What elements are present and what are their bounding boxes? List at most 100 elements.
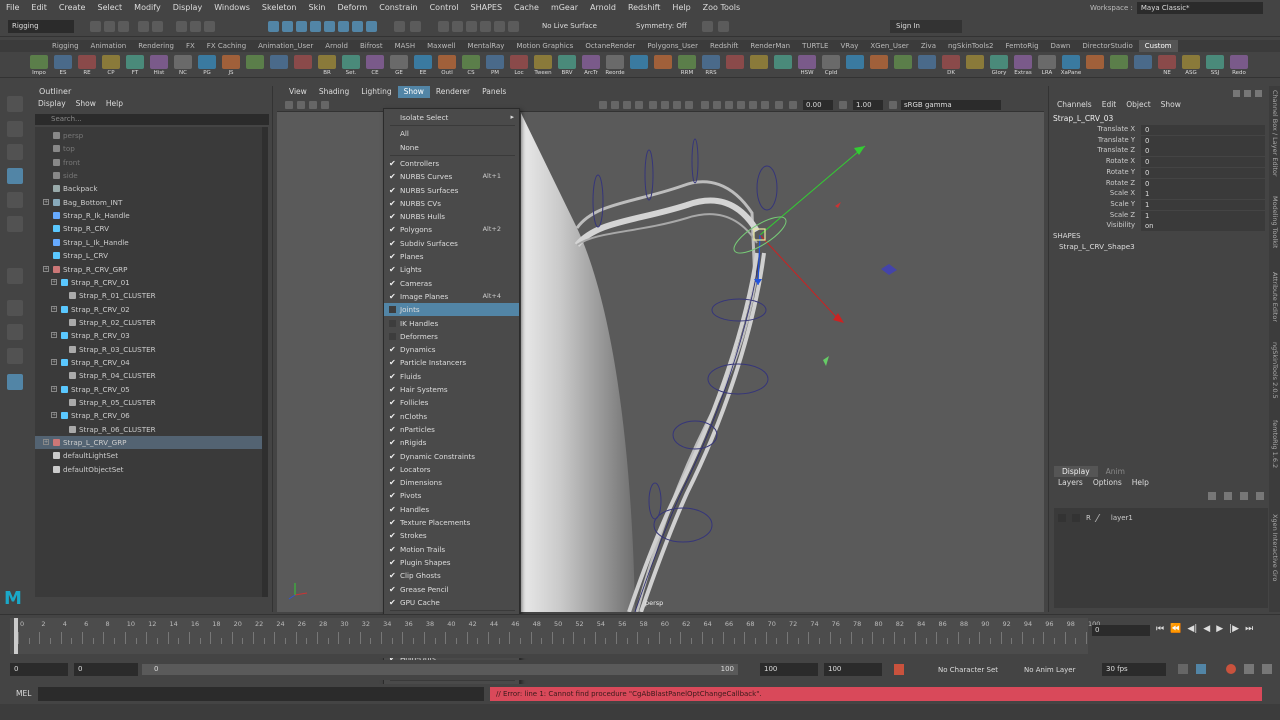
layer-menu-options[interactable]: Options <box>1093 478 1122 487</box>
shelf-button-icon[interactable] <box>918 55 936 69</box>
layer-display-type[interactable]: R <box>1086 514 1091 522</box>
outliner-item[interactable]: Backpack <box>35 182 263 195</box>
show-menu-item-lights[interactable]: ✔ Lights <box>384 263 519 276</box>
checkmark-icon[interactable]: ✔ <box>389 263 396 276</box>
render-view-icon[interactable] <box>494 21 505 32</box>
persp-outliner-layout-icon[interactable] <box>7 348 23 364</box>
channel-value-field[interactable]: 1 <box>1141 199 1265 210</box>
shelf-tab-xgen-user[interactable]: XGen_User <box>864 40 914 52</box>
film-gate-icon[interactable] <box>611 101 619 109</box>
shelf-tab-directorstudio[interactable]: DirectorStudio <box>1076 40 1138 52</box>
viewport-menu-shading[interactable]: Shading <box>313 86 355 98</box>
settings-icon[interactable] <box>1262 664 1272 674</box>
outliner-item[interactable]: + Strap_R_CRV_06 <box>35 409 263 422</box>
checkmark-icon[interactable]: ✔ <box>389 210 396 223</box>
shelf-button-icon[interactable] <box>990 55 1008 69</box>
shelf-button-icon[interactable] <box>870 55 888 69</box>
channel-row[interactable]: Scale Y 1 <box>1053 199 1265 211</box>
current-time-marker[interactable] <box>14 618 18 654</box>
ambient-occlusion-icon[interactable] <box>737 101 745 109</box>
render-settings-icon[interactable] <box>466 21 477 32</box>
checkmark-icon[interactable]: ✔ <box>389 370 396 383</box>
shelf-button-icon[interactable] <box>1158 55 1176 69</box>
show-menu-item-nurbs-hulls[interactable]: ✔ NURBS Hulls <box>384 210 519 223</box>
outliner-item[interactable]: + Strap_R_CRV_05 <box>35 383 263 396</box>
shelf-tab-ngskintools2[interactable]: ngSkinTools2 <box>942 40 999 52</box>
shelf-tab-rendering[interactable]: Rendering <box>132 40 180 52</box>
exposure-icon[interactable] <box>789 101 797 109</box>
outliner-item[interactable]: top <box>35 142 263 155</box>
ipr-icon[interactable] <box>452 21 463 32</box>
checkmark-icon[interactable]: ✔ <box>389 489 396 502</box>
resolution-gate-icon[interactable] <box>623 101 631 109</box>
outliner-item[interactable]: + Bag_Bottom_INT <box>35 196 263 209</box>
show-menu-item-deformers[interactable]: Deformers <box>384 330 519 343</box>
outliner-menu-show[interactable]: Show <box>76 99 96 108</box>
outliner-item[interactable]: Strap_R_Ik_Handle <box>35 209 263 222</box>
shelf-button-icon[interactable] <box>270 55 288 69</box>
channel-name[interactable]: Scale Z <box>1110 211 1135 219</box>
outliner-search-input[interactable]: Search... <box>35 114 269 125</box>
history-icon[interactable] <box>410 21 421 32</box>
menu-control[interactable]: Control <box>430 3 459 12</box>
channel-menu-edit[interactable]: Edit <box>1102 100 1117 109</box>
snap-vertex-icon[interactable] <box>366 21 377 32</box>
sign-in-button[interactable]: Sign In <box>890 20 962 33</box>
show-menu-item-none[interactable]: None <box>384 141 519 154</box>
channel-name[interactable]: Translate Y <box>1098 136 1135 144</box>
channel-row[interactable]: Rotate Z 0 <box>1053 178 1265 190</box>
channel-name[interactable]: Rotate Y <box>1106 168 1135 176</box>
shelf-button-icon[interactable] <box>798 55 816 69</box>
shelf-tab-ziva[interactable]: Ziva <box>915 40 942 52</box>
menu-help[interactable]: Help <box>672 3 690 12</box>
channel-name[interactable]: Visibility <box>1107 221 1136 229</box>
show-menu-item-texture-placements[interactable]: ✔ Texture Placements <box>384 516 519 529</box>
show-menu-item-grease-pencil[interactable]: ✔ Grease Pencil <box>384 583 519 596</box>
channel-row[interactable]: Translate X 0 <box>1053 125 1265 136</box>
shelf-button-icon[interactable] <box>1014 55 1032 69</box>
show-menu-item-dynamics[interactable]: ✔ Dynamics <box>384 343 519 356</box>
menu-mgear[interactable]: mGear <box>551 3 578 12</box>
channel-name[interactable]: Scale X <box>1110 189 1135 197</box>
outliner-item[interactable]: + Strap_R_CRV_GRP <box>35 263 263 276</box>
outliner-item[interactable]: side <box>35 169 263 182</box>
side-tab-xgen-interactive-gro[interactable]: Xgen Interactive Gro <box>1271 514 1279 581</box>
checkmark-icon[interactable]: ✔ <box>389 157 396 170</box>
smooth-shade-icon[interactable] <box>661 101 669 109</box>
camera-attributes-icon[interactable] <box>297 101 305 109</box>
show-menu-item-nurbs-curves[interactable]: ✔ NURBS Curves Alt+1 <box>384 170 519 183</box>
scale-tool-icon[interactable] <box>7 216 23 232</box>
channel-row[interactable]: Rotate Y 0 <box>1053 167 1265 179</box>
layer-playback-toggle[interactable] <box>1072 513 1080 522</box>
rotate-tool-icon[interactable] <box>7 192 23 208</box>
viewport-menu-show[interactable]: Show <box>397 86 430 98</box>
show-menu-item-nrigids[interactable]: ✔ nRigids <box>384 436 519 449</box>
show-menu-item-follicles[interactable]: ✔ Follicles <box>384 396 519 409</box>
shelf-tab-motion-graphics[interactable]: Motion Graphics <box>510 40 579 52</box>
cache-playback-icon[interactable] <box>1196 664 1206 674</box>
attribute-editor-icon[interactable] <box>1244 90 1251 97</box>
menu-zoo-tools[interactable]: Zoo Tools <box>703 3 741 12</box>
playback-start-field[interactable]: 0 <box>74 663 138 676</box>
shelf-button-icon[interactable] <box>510 55 528 69</box>
shelf-button-icon[interactable] <box>222 55 240 69</box>
show-menu-item-dimensions[interactable]: ✔ Dimensions <box>384 476 519 489</box>
channel-menu-channels[interactable]: Channels <box>1057 100 1092 109</box>
checkmark-icon[interactable]: ✔ <box>389 343 396 356</box>
shelf-button-icon[interactable] <box>198 55 216 69</box>
shelf-tab-turtle[interactable]: TURTLE <box>796 40 834 52</box>
play-backwards-icon[interactable]: ◀ <box>1203 624 1210 634</box>
shelf-button-icon[interactable] <box>1182 55 1200 69</box>
gamma-icon[interactable] <box>839 101 847 109</box>
side-tab-channel-box-layer-editor[interactable]: Channel Box / Layer Editor <box>1271 90 1279 177</box>
checkmark-icon[interactable]: ✔ <box>389 383 396 396</box>
character-set-label[interactable]: No Character Set <box>938 666 998 674</box>
shelf-button-icon[interactable] <box>1086 55 1104 69</box>
outliner-item[interactable]: + Strap_R_CRV_01 <box>35 276 263 289</box>
checkmark-icon[interactable]: ✔ <box>389 516 396 529</box>
image-plane-icon[interactable] <box>321 101 329 109</box>
outliner-item[interactable]: + Strap_R_CRV_02 <box>35 303 263 316</box>
show-menu-item-gpu-cache[interactable]: ✔ GPU Cache <box>384 596 519 609</box>
shelf-button-icon[interactable] <box>1230 55 1248 69</box>
new-layer-selected-icon[interactable] <box>1256 492 1264 500</box>
